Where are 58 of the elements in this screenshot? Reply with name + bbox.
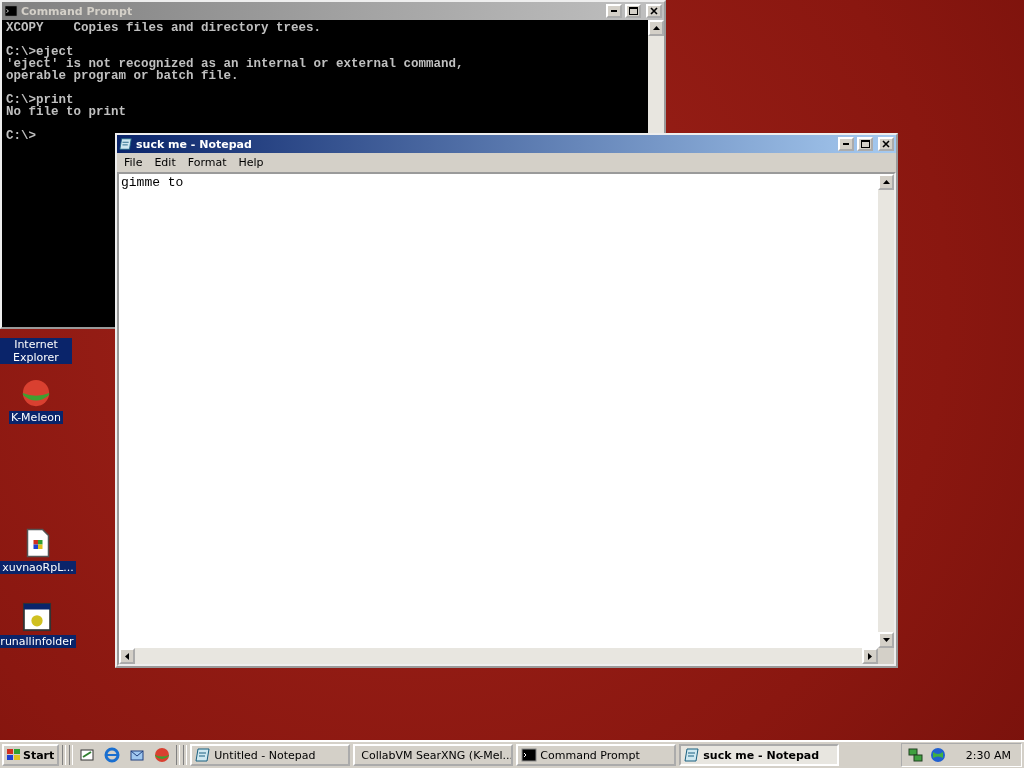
console-line: No file to print	[6, 106, 127, 118]
right-arrow-icon	[868, 652, 872, 660]
console-line: C:\>print	[6, 94, 74, 106]
taskbar-button[interactable]: Untitled - Notepad	[190, 744, 351, 766]
minimize-icon	[611, 10, 617, 12]
maximize-icon	[628, 7, 638, 15]
close-button[interactable]	[646, 4, 662, 18]
menu-item[interactable]: Format	[182, 155, 232, 170]
desktop-icon-label[interactable]: K-Meleon	[9, 411, 63, 424]
down-arrow-icon	[882, 638, 890, 642]
console-icon	[4, 4, 18, 18]
windows-flag-icon	[7, 749, 21, 761]
menu-item[interactable]: Edit	[149, 155, 181, 170]
desktop-icon	[79, 747, 96, 763]
maximize-button[interactable]	[857, 137, 873, 151]
window-title: suck me - Notepad	[136, 137, 253, 151]
scrollbar[interactable]	[119, 648, 878, 664]
minimize-button[interactable]	[838, 137, 854, 151]
program-window-icon	[22, 602, 52, 632]
taskbar-button[interactable]: CollabVM SearXNG (K-Mel...	[353, 744, 514, 766]
console-line: C:\>eject	[6, 46, 74, 58]
console-line: operable program or batch file.	[6, 70, 239, 82]
window-title: Command Prompt	[21, 4, 134, 18]
start-button[interactable]: Start	[2, 744, 60, 766]
close-button[interactable]	[878, 137, 894, 151]
notepad-icon	[195, 747, 212, 763]
up-arrow-icon	[882, 180, 890, 184]
melon-icon	[154, 747, 171, 763]
console-icon	[521, 747, 538, 763]
console-line: 'eject' is not recognized as an internal or external command,	[6, 58, 464, 70]
close-icon	[882, 140, 890, 148]
clock: 2:30 AM	[964, 748, 1011, 762]
scrollbar[interactable]	[878, 174, 894, 648]
console-line: C:\>	[6, 130, 36, 142]
minimize-icon	[843, 143, 849, 145]
notepad-icon	[119, 137, 133, 151]
taskbar-button[interactable]: Command Prompt	[516, 744, 677, 766]
menu-item[interactable]: File	[119, 155, 148, 170]
globe-icon	[929, 747, 946, 763]
maximize-button[interactable]	[625, 4, 641, 18]
melon-icon	[21, 378, 51, 408]
close-icon	[650, 7, 658, 15]
taskbar-button[interactable]: suck me - Notepad	[679, 744, 840, 766]
menu-item[interactable]: Help	[233, 155, 269, 170]
notepad-icon	[684, 747, 701, 763]
maximize-icon	[860, 140, 870, 148]
desktop-icon-label[interactable]: runallinfolder	[0, 635, 76, 648]
network-icon	[907, 747, 924, 763]
envelope-icon	[129, 747, 146, 763]
desktop-icon-label[interactable]: xuvnaoRpL...	[0, 561, 76, 574]
scrollbar-corner	[878, 648, 894, 664]
left-arrow-icon	[125, 652, 129, 660]
minimize-button[interactable]	[606, 4, 622, 18]
up-arrow-icon	[652, 26, 660, 30]
console-line: XCOPY Copies files and directory trees.	[6, 22, 322, 34]
scrollbar[interactable]	[648, 20, 664, 133]
browser-e-icon	[104, 747, 121, 763]
desktop-icon-label[interactable]: Internet Explorer	[0, 338, 72, 364]
